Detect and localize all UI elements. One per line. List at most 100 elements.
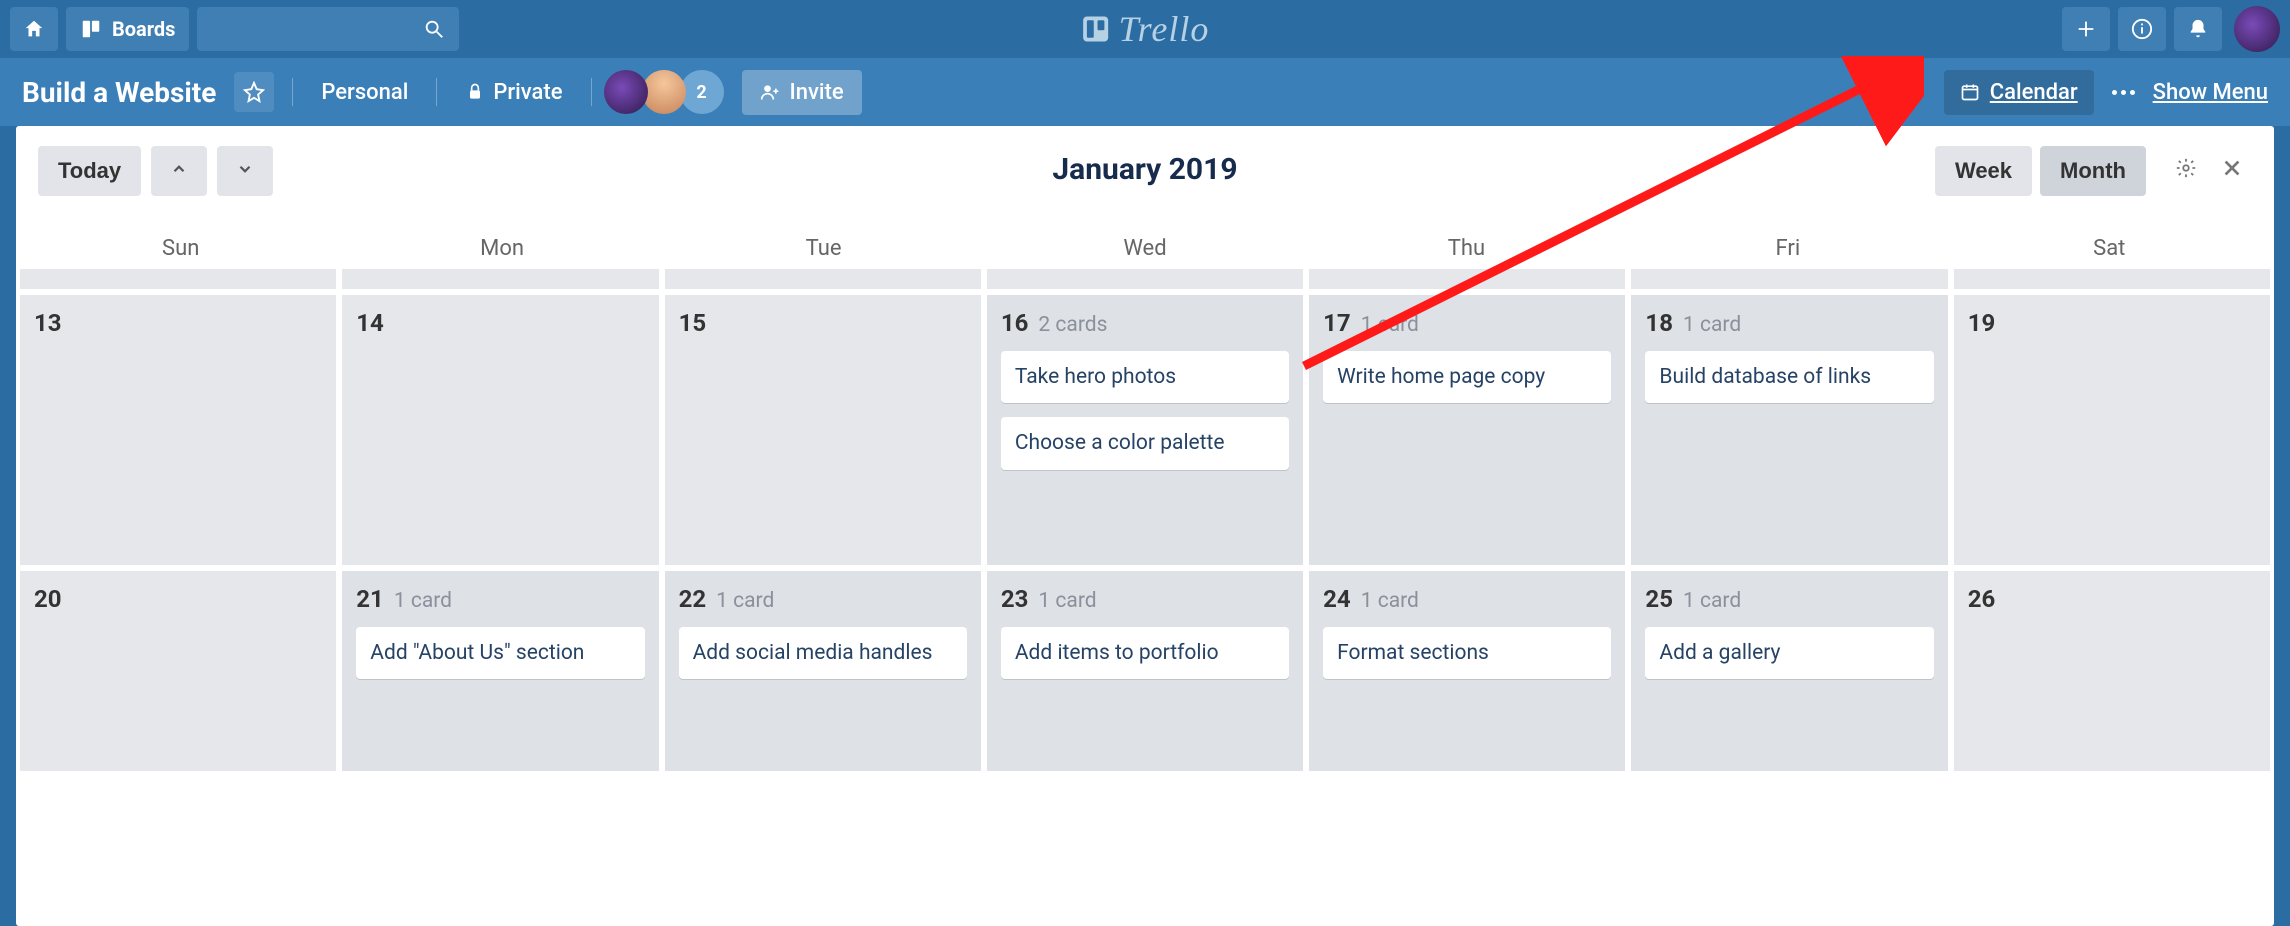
calendar-day-cell[interactable]: 211 cardAdd "About Us" section [342,571,658,771]
card-count: 2 cards [1038,313,1107,337]
day-number: 15 [679,309,707,337]
card-count: 1 card [1361,589,1419,613]
board-title[interactable]: Build a Website [22,76,216,109]
search-input[interactable] [197,7,459,51]
top-nav: Boards Trello [0,0,2290,58]
calendar-card[interactable]: Take hero photos [1001,351,1289,403]
card-count: 1 card [394,589,452,613]
calendar-button[interactable]: Calendar [1944,70,2094,115]
divider [436,78,437,106]
boards-label: Boards [112,17,175,41]
week-view-button[interactable]: Week [1935,146,2032,196]
calendar-day-cell[interactable]: 20 [20,571,336,771]
calendar-card[interactable]: Build database of links [1645,351,1933,403]
trello-logo[interactable]: Trello [1081,8,1210,50]
boards-button[interactable]: Boards [66,7,189,51]
calendar-day-cell[interactable]: 19 [1954,295,2270,565]
today-button[interactable]: Today [38,146,141,196]
calendar-card[interactable]: Add a gallery [1645,627,1933,679]
day-number: 18 [1645,309,1673,337]
calendar-day-cell[interactable]: 13 [20,295,336,565]
bell-icon [2187,18,2209,40]
invite-label: Invite [790,80,844,105]
board-members: 2 [610,70,724,114]
weekday-header-row: SunMonTueWedThuFriSat [16,208,2274,269]
weekday-label: Fri [1627,236,1948,261]
info-icon [2131,18,2153,40]
user-avatar[interactable] [2234,6,2280,52]
calendar-card[interactable]: Format sections [1323,627,1611,679]
next-button[interactable] [217,146,273,196]
info-button[interactable] [2118,7,2166,51]
divider [292,78,293,106]
calendar-day-cell[interactable]: 241 cardFormat sections [1309,571,1625,771]
calendar-day-cell[interactable]: 18 1 card Build database of links [1631,295,1947,565]
prev-button[interactable] [151,146,207,196]
calendar-toolbar: Today January 2019 Week Month [16,126,2274,208]
notifications-button[interactable] [2174,7,2222,51]
calendar-week: 13 14 15 16 2 cards Take hero photos Choose a … [20,295,2270,565]
day-number: 22 [679,585,707,613]
weekday-label: Thu [1306,236,1627,261]
prev-week-stub [20,269,2270,289]
create-button[interactable] [2062,7,2110,51]
invite-button[interactable]: Invite [742,70,862,115]
calendar-day-cell[interactable]: 15 [665,295,981,565]
calendar-week: 20211 cardAdd "About Us" section221 card… [20,571,2270,771]
search-icon [423,18,445,40]
board-bar: Build a Website Personal Private 2 Invit… [0,58,2290,126]
member-avatar[interactable] [642,70,686,114]
calendar-card[interactable]: Choose a color palette [1001,417,1289,469]
weekday-label: Mon [341,236,662,261]
close-icon [2221,157,2243,179]
divider [591,78,592,106]
day-number: 26 [1968,585,1996,613]
calendar-day-cell[interactable]: 25 1 card Add a gallery [1631,571,1947,771]
star-button[interactable] [234,72,274,112]
day-number: 25 [1645,585,1673,613]
month-view-button[interactable]: Month [2040,146,2146,196]
calendar-close-button[interactable] [2212,157,2252,185]
trello-icon [1081,14,1111,44]
calendar-day-cell[interactable]: 17 1 card Write home page copy [1309,295,1625,565]
day-number: 17 [1323,309,1351,337]
calendar-day-cell[interactable]: 16 2 cards Take hero photos Choose a color … [987,295,1303,565]
card-count: 1 card [1683,313,1741,337]
card-count: 1 card [1683,589,1741,613]
calendar-day-cell[interactable]: 22 1 card Add social media handles [665,571,981,771]
plus-icon [2075,18,2097,40]
team-button[interactable]: Personal [311,74,418,111]
lock-icon [465,82,485,102]
card-count: 1 card [716,589,774,613]
home-button[interactable] [10,7,58,51]
calendar-day-cell[interactable]: 14 [342,295,658,565]
gear-icon [2175,157,2197,179]
visibility-button[interactable]: Private [455,74,572,111]
day-number: 20 [34,585,62,613]
calendar-panel: Today January 2019 Week Month SunMonTueW… [16,126,2274,926]
calendar-day-cell[interactable]: 26 [1954,571,2270,771]
more-icon [2112,90,2135,95]
calendar-card[interactable]: Add "About Us" section [356,627,644,679]
weekday-label: Sat [1949,236,2270,261]
chevron-down-icon [236,160,254,178]
boards-icon [80,18,102,40]
visibility-label: Private [493,80,562,105]
weekday-label: Wed [984,236,1305,261]
calendar-day-cell[interactable]: 231 cardAdd items to portfolio [987,571,1303,771]
calendar-card[interactable]: Add items to portfolio [1001,627,1289,679]
day-number: 13 [34,309,62,337]
card-count: 1 card [1038,589,1096,613]
member-count-badge[interactable]: 2 [680,70,724,114]
show-menu-button[interactable]: Show Menu [2153,80,2268,105]
day-number: 19 [1968,309,1996,337]
calendar-icon [1960,82,1980,102]
member-avatar[interactable] [604,70,648,114]
calendar-card[interactable]: Write home page copy [1323,351,1611,403]
calendar-card[interactable]: Add social media handles [679,627,967,679]
logo-text: Trello [1119,8,1210,50]
day-number: 16 [1001,309,1029,337]
card-count: 1 card [1361,313,1419,337]
weekday-label: Sun [20,236,341,261]
calendar-settings-button[interactable] [2166,157,2206,185]
